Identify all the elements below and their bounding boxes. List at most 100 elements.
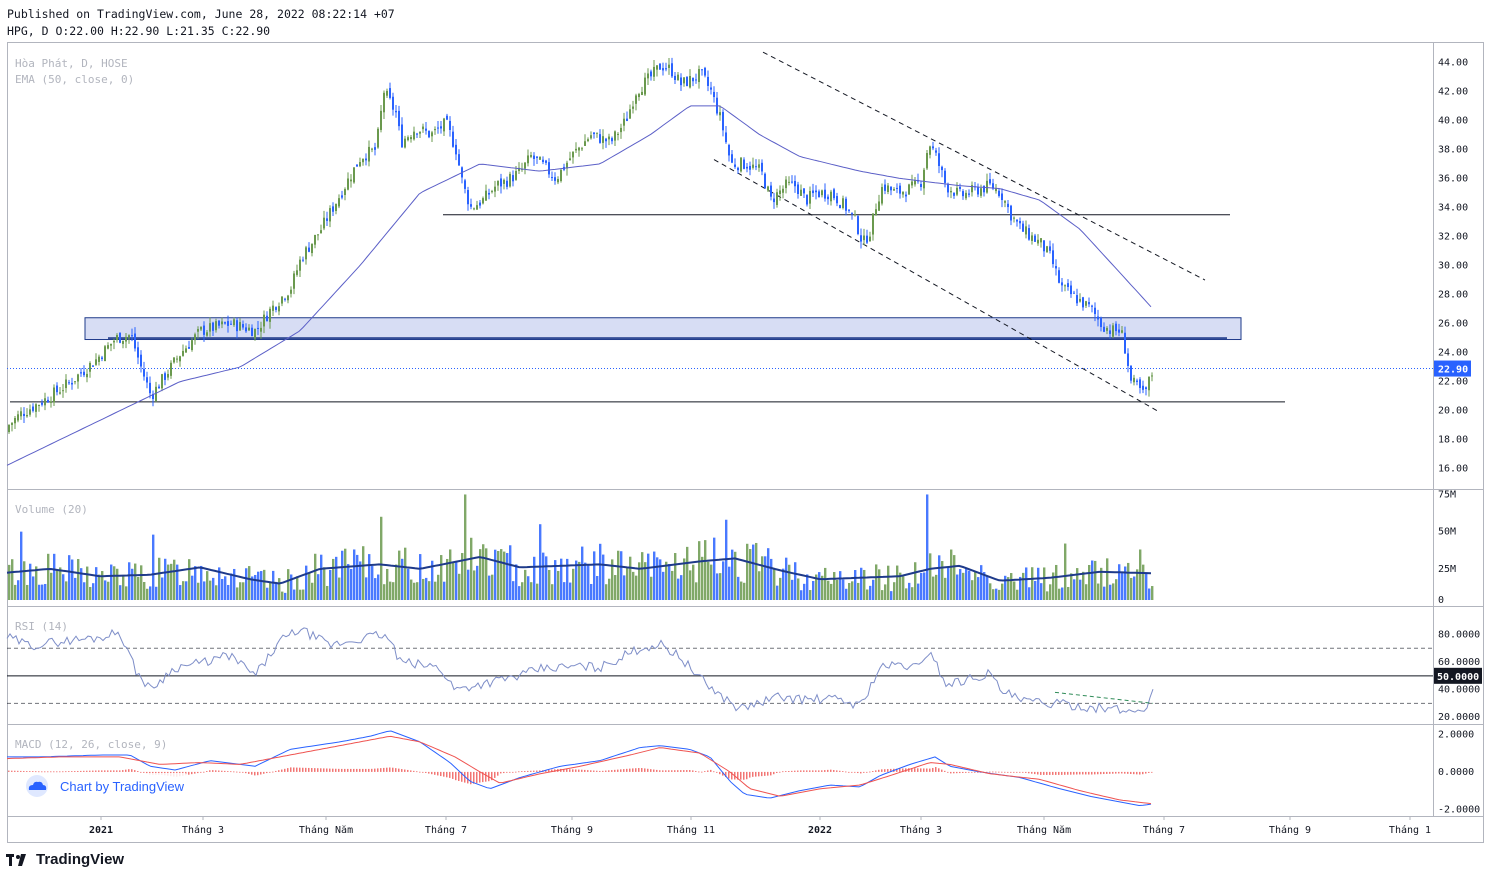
candle[interactable] xyxy=(335,203,337,215)
candle[interactable] xyxy=(1046,245,1048,253)
candle[interactable] xyxy=(896,183,898,194)
candle[interactable] xyxy=(341,190,343,200)
candle[interactable] xyxy=(458,149,460,167)
candle[interactable] xyxy=(38,404,40,412)
candle[interactable] xyxy=(824,183,826,202)
candle[interactable] xyxy=(1040,237,1042,248)
candle[interactable] xyxy=(890,186,892,196)
candle[interactable] xyxy=(380,105,382,133)
candle[interactable] xyxy=(1055,259,1057,276)
candle[interactable] xyxy=(575,142,577,153)
candle[interactable] xyxy=(785,176,787,194)
candle[interactable] xyxy=(353,167,355,184)
candle[interactable] xyxy=(1079,293,1081,303)
candle[interactable] xyxy=(917,173,919,184)
candle[interactable] xyxy=(455,138,457,161)
candle[interactable] xyxy=(314,234,316,249)
candle[interactable] xyxy=(803,188,805,199)
candle[interactable] xyxy=(809,186,811,210)
candle[interactable] xyxy=(797,181,799,199)
candle[interactable] xyxy=(611,136,613,145)
candle[interactable] xyxy=(800,184,802,197)
candle[interactable] xyxy=(632,100,634,114)
candle[interactable] xyxy=(152,390,154,407)
candle[interactable] xyxy=(1151,372,1153,382)
candle[interactable] xyxy=(1127,348,1129,373)
candle[interactable] xyxy=(848,209,850,213)
candle[interactable] xyxy=(1013,216,1015,223)
candle[interactable] xyxy=(473,207,475,211)
candle[interactable] xyxy=(1010,204,1012,226)
candle[interactable] xyxy=(278,302,280,316)
candle[interactable] xyxy=(317,234,319,241)
candle[interactable] xyxy=(749,161,751,176)
candle[interactable] xyxy=(863,228,865,246)
candle[interactable] xyxy=(641,86,643,96)
candle[interactable] xyxy=(59,386,61,395)
candle[interactable] xyxy=(287,294,289,304)
candle[interactable] xyxy=(605,137,607,148)
candle[interactable] xyxy=(1142,380,1144,394)
candle[interactable] xyxy=(713,86,715,103)
candle[interactable] xyxy=(755,159,757,171)
candle[interactable] xyxy=(50,396,52,408)
candle[interactable] xyxy=(905,191,907,203)
candle[interactable] xyxy=(959,183,961,192)
candle[interactable] xyxy=(986,173,988,194)
candle[interactable] xyxy=(737,166,739,174)
candle[interactable] xyxy=(998,188,1000,198)
candle[interactable] xyxy=(500,173,502,194)
candle[interactable] xyxy=(932,141,934,151)
rsi-trend-line[interactable] xyxy=(1054,691,1154,704)
candle[interactable] xyxy=(89,361,91,378)
candle[interactable] xyxy=(362,158,364,166)
candle[interactable] xyxy=(563,163,565,172)
candle[interactable] xyxy=(308,242,310,253)
candle[interactable] xyxy=(836,192,838,207)
candle[interactable] xyxy=(842,195,844,210)
candle[interactable] xyxy=(1016,218,1018,227)
candle[interactable] xyxy=(92,365,94,367)
candle[interactable] xyxy=(425,122,427,135)
candle[interactable] xyxy=(965,190,967,201)
candle[interactable] xyxy=(1052,243,1054,268)
candle[interactable] xyxy=(911,174,913,189)
candle[interactable] xyxy=(587,137,589,143)
candle[interactable] xyxy=(533,152,535,166)
candle[interactable] xyxy=(437,120,439,134)
candle[interactable] xyxy=(86,368,88,383)
candle[interactable] xyxy=(650,69,652,81)
candle[interactable] xyxy=(920,181,922,191)
candle[interactable] xyxy=(101,355,103,362)
candle[interactable] xyxy=(674,71,676,84)
candle[interactable] xyxy=(1139,377,1141,394)
rsi-pane[interactable]: RSI (14) 80.0000 60.0000 40.0000 20.0000 50.0… xyxy=(6,620,1482,723)
candle[interactable] xyxy=(926,150,928,171)
candle[interactable] xyxy=(503,178,505,190)
candle[interactable] xyxy=(428,130,430,139)
rsi-line[interactable] xyxy=(6,627,1154,715)
candle[interactable] xyxy=(617,132,619,141)
candle[interactable] xyxy=(656,65,658,77)
candle[interactable] xyxy=(989,172,991,186)
candle[interactable] xyxy=(950,186,952,199)
candle[interactable] xyxy=(1037,234,1039,246)
candle[interactable] xyxy=(743,157,745,170)
candle[interactable] xyxy=(1070,280,1072,298)
candle[interactable] xyxy=(761,159,763,176)
candle[interactable] xyxy=(1130,365,1132,384)
candle[interactable] xyxy=(395,105,397,118)
candle[interactable] xyxy=(443,117,445,136)
candle[interactable] xyxy=(419,131,421,139)
candle[interactable] xyxy=(1001,188,1003,208)
candle[interactable] xyxy=(572,151,574,164)
candle[interactable] xyxy=(935,147,937,156)
candle[interactable] xyxy=(668,57,670,75)
candle[interactable] xyxy=(608,133,610,146)
candle[interactable] xyxy=(908,183,910,195)
candle[interactable] xyxy=(11,422,13,432)
candle[interactable] xyxy=(275,306,277,313)
candle[interactable] xyxy=(1061,278,1063,292)
candle[interactable] xyxy=(653,60,655,81)
candle[interactable] xyxy=(1076,288,1078,306)
